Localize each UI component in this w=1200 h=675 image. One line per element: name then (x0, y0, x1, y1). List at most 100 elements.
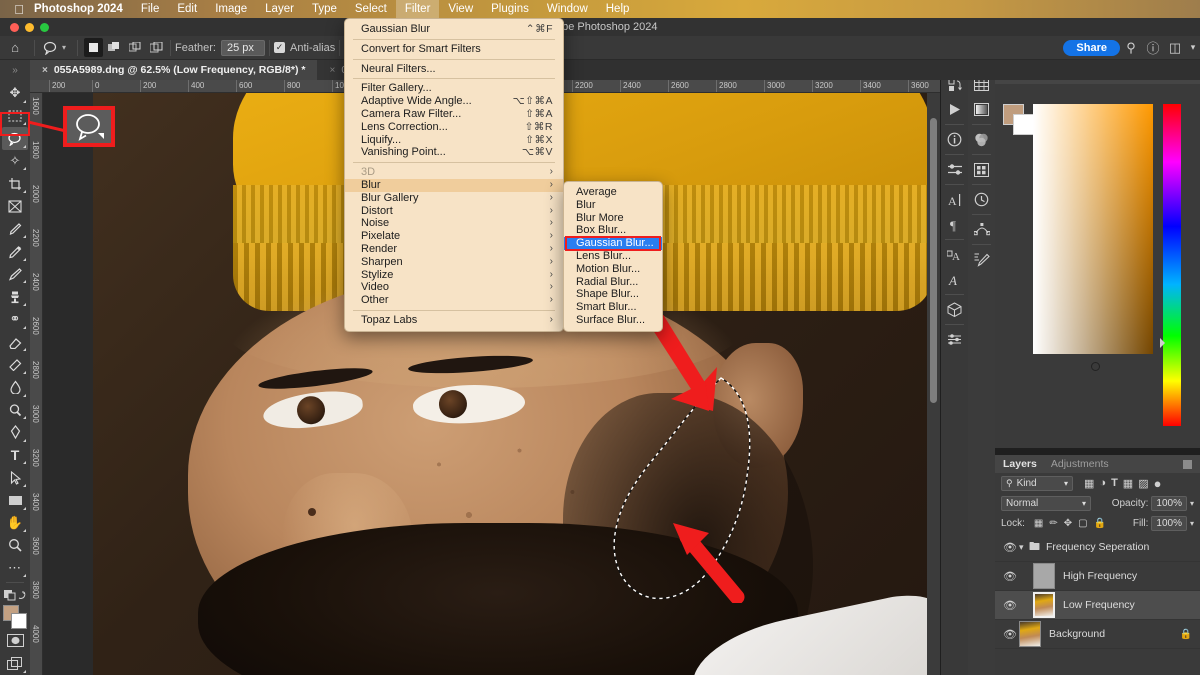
color-gradient-field[interactable] (1033, 104, 1153, 371)
color-picker-cursor[interactable] (1091, 362, 1100, 371)
actions-icon[interactable] (943, 97, 966, 122)
frame-tool[interactable] (2, 195, 28, 218)
close-icon[interactable]: × (42, 65, 48, 76)
menu-item-vanishing-point[interactable]: Vanishing Point... ⌥⌘V (345, 146, 563, 159)
home-icon[interactable]: ⌂ (0, 40, 30, 55)
brush-tool[interactable] (2, 263, 28, 286)
help-icon[interactable]: ⓘ (1142, 38, 1164, 57)
menu-plugins[interactable]: Plugins (482, 0, 538, 18)
smart-object-icon[interactable]: ▨ (1138, 477, 1148, 490)
visibility-toggle-icon[interactable]: 👁 (1001, 628, 1019, 641)
menu-item-adaptive-wide-angle[interactable]: Adaptive Wide Angle... ⌥⇧⌘A (345, 95, 563, 108)
submenu-item-box-blur[interactable]: Box Blur... (564, 224, 662, 237)
menu-item-distort[interactable]: Distort › (345, 205, 563, 218)
hand-tool[interactable]: ✋ (2, 512, 28, 535)
layer-row-low-frequency[interactable]: 👁 Low Frequency (995, 591, 1200, 620)
pen-tool[interactable] (2, 421, 28, 444)
panel-menu-icon[interactable] (1183, 459, 1192, 469)
lock-artboard-icon[interactable]: ▢ (1078, 518, 1087, 529)
tab-adjustments[interactable]: Adjustments (1051, 458, 1109, 470)
menu-view[interactable]: View (439, 0, 482, 18)
lock-image-icon[interactable]: ✏ (1049, 518, 1057, 529)
layer-filter-icons[interactable]: ▦ ◑ T ▦ ▨ ● (1084, 476, 1161, 491)
submenu-item-shape-blur[interactable]: Shape Blur... (564, 288, 662, 301)
gradients-icon[interactable] (970, 97, 993, 122)
eraser-tool[interactable] (2, 331, 28, 354)
close-icon[interactable] (10, 23, 19, 32)
history-brush-tool[interactable]: ⚭ (2, 308, 28, 331)
background-color-swatch[interactable] (1013, 114, 1034, 135)
close-icon[interactable]: × (329, 65, 335, 76)
dodge-tool[interactable] (2, 399, 28, 422)
menu-item-convert-smart-filters[interactable]: Convert for Smart Filters (345, 43, 563, 56)
fill-input[interactable]: 100% (1151, 515, 1187, 531)
lock-transparent-icon[interactable]: ▦ (1034, 518, 1043, 529)
intersect-selection-button[interactable] (147, 38, 166, 57)
subtract-from-selection-button[interactable] (126, 38, 145, 57)
feather-input[interactable]: 25 px (220, 39, 265, 56)
gradient-tool[interactable] (2, 353, 28, 376)
patterns-icon[interactable] (970, 157, 993, 182)
type-tool[interactable]: T (2, 444, 28, 467)
minimize-icon[interactable] (25, 23, 34, 32)
workspace-icon[interactable]: ◫ (1164, 40, 1186, 56)
visibility-toggle-icon[interactable]: 👁 (1001, 541, 1019, 554)
add-to-selection-button[interactable] (105, 38, 124, 57)
menu-item-pixelate[interactable]: Pixelate › (345, 230, 563, 243)
layer-row-group[interactable]: 👁 ▾ 🖿 Frequency Seperation (995, 533, 1200, 562)
menu-item-sharpen[interactable]: Sharpen › (345, 256, 563, 269)
menu-item-render[interactable]: Render › (345, 243, 563, 256)
chevron-down-icon[interactable]: ▾ (1186, 42, 1200, 53)
foreground-background-swatches[interactable] (2, 604, 28, 630)
default-colors-icon[interactable] (2, 586, 28, 602)
submenu-item-blur[interactable]: Blur (564, 199, 662, 212)
screen-mode-icon[interactable] (2, 652, 28, 675)
visibility-toggle-icon[interactable]: 👁 (1001, 570, 1019, 583)
app-name-menu[interactable]: Photoshop 2024 (30, 0, 132, 18)
menu-item-liquify[interactable]: Liquify... ⇧⌘X (345, 134, 563, 147)
chevron-down-icon[interactable]: ▾ (1190, 519, 1194, 528)
menu-type[interactable]: Type (303, 0, 346, 18)
menu-item-filter-gallery[interactable]: Filter Gallery... (345, 82, 563, 95)
submenu-item-lens-blur[interactable]: Lens Blur... (564, 250, 662, 263)
properties-icon[interactable] (943, 157, 966, 182)
color-swatches[interactable] (1003, 104, 1034, 135)
layer-row-background[interactable]: 👁 Background 🔒 (995, 620, 1200, 649)
3d-icon[interactable] (943, 297, 966, 322)
history-icon[interactable] (970, 187, 993, 212)
submenu-item-radial-blur[interactable]: Radial Blur... (564, 276, 662, 289)
move-tool[interactable]: ✥ (2, 82, 28, 105)
menu-item-camera-raw-filter[interactable]: Camera Raw Filter... ⇧⌘A (345, 108, 563, 121)
clone-stamp-tool[interactable] (2, 285, 28, 308)
layer-kind-filter[interactable]: ⚲ Kind ▾ (1001, 475, 1073, 491)
magic-wand-tool[interactable]: ✧ (2, 150, 28, 173)
chevron-down-icon[interactable]: ▾ (1019, 542, 1029, 553)
filter-menu[interactable]: Gaussian Blur ⌃⌘F Convert for Smart Filt… (344, 18, 564, 332)
menu-item-lens-correction[interactable]: Lens Correction... ⇧⌘R (345, 121, 563, 134)
submenu-item-average[interactable]: Average (564, 186, 662, 199)
menu-edit[interactable]: Edit (168, 0, 206, 18)
crop-tool[interactable] (2, 172, 28, 195)
eyedropper-tool[interactable] (2, 218, 28, 241)
menu-item-neural-filters[interactable]: Neural Filters... (345, 63, 563, 76)
info-icon[interactable] (943, 127, 966, 152)
more-tools-button[interactable]: ⋯ (2, 557, 28, 580)
pixel-layers-icon[interactable]: ▦ (1084, 477, 1094, 490)
visibility-toggle-icon[interactable]: 👁 (1001, 599, 1019, 612)
menu-image[interactable]: Image (206, 0, 256, 18)
menu-help[interactable]: Help (597, 0, 639, 18)
menu-item-stylize[interactable]: Stylize › (345, 269, 563, 282)
opacity-input[interactable]: 100% (1151, 495, 1187, 511)
chevron-down-icon[interactable]: ▾ (1082, 499, 1086, 508)
zoom-tool[interactable] (2, 534, 28, 557)
chevron-down-icon[interactable]: ▾ (1190, 499, 1194, 508)
menu-item-other[interactable]: Other › (345, 294, 563, 307)
menu-select[interactable]: Select (346, 0, 396, 18)
layer-row-high-frequency[interactable]: 👁 High Frequency (995, 562, 1200, 591)
blur-submenu[interactable]: Average Blur Blur More Box Blur... Gauss… (563, 181, 663, 332)
chevron-down-icon[interactable]: ▾ (62, 43, 66, 52)
healing-brush-tool[interactable] (2, 240, 28, 263)
submenu-item-motion-blur[interactable]: Motion Blur... (564, 263, 662, 276)
menu-filter[interactable]: Filter (395, 0, 440, 18)
layer-thumbnail[interactable] (1033, 563, 1055, 589)
